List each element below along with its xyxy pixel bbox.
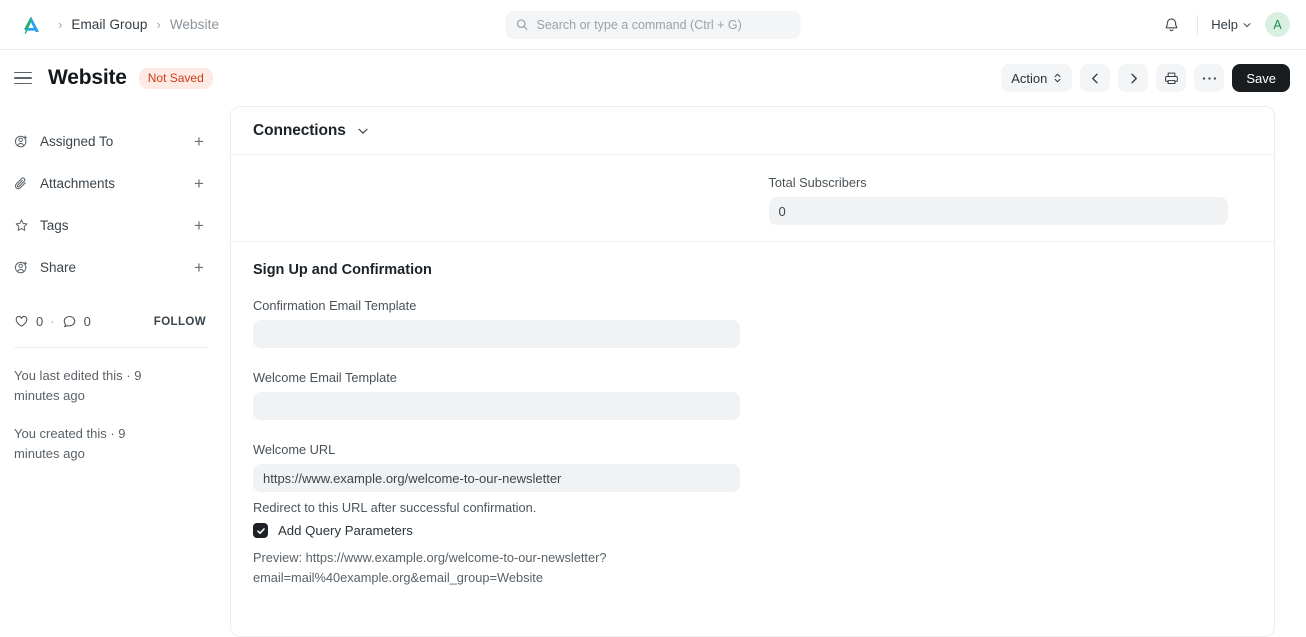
query-parameters-preview: Preview: https://www.example.org/welcome…	[253, 548, 653, 588]
add-query-parameters-checkbox-row[interactable]: Add Query Parameters	[253, 523, 1252, 538]
sidebar-divider	[14, 347, 208, 348]
page-header: Website Not Saved Action	[0, 50, 1306, 106]
chevron-down-icon[interactable]	[356, 124, 370, 138]
welcome-url-input[interactable]: https://www.example.org/welcome-to-our-n…	[253, 464, 740, 492]
add-attachment-button[interactable]: +	[190, 175, 208, 192]
like-count: 0	[36, 314, 43, 329]
breadcrumb-item-website[interactable]: Website	[170, 17, 219, 32]
global-search[interactable]	[506, 11, 801, 39]
action-button[interactable]: Action	[1001, 64, 1072, 92]
sidebar-item-share[interactable]: Share +	[14, 246, 208, 288]
follow-button[interactable]: FOLLOW	[154, 316, 208, 328]
ellipsis-icon	[1202, 76, 1217, 81]
welcome-email-template-field: Welcome Email Template	[253, 370, 740, 420]
breadcrumb-separator-1: ›	[156, 18, 160, 31]
previous-document-button[interactable]	[1080, 64, 1110, 92]
sidebar-item-assigned-to[interactable]: Assigned To +	[14, 120, 208, 162]
add-query-parameters-label: Add Query Parameters	[278, 523, 413, 538]
top-nav-right-cluster: Help A	[1158, 12, 1290, 38]
sidebar-item-attachments[interactable]: Attachments +	[14, 162, 208, 204]
action-button-label: Action	[1011, 71, 1047, 86]
welcome-email-template-label: Welcome Email Template	[253, 370, 740, 385]
paperclip-icon	[14, 176, 36, 191]
breadcrumb-separator-0: ›	[58, 18, 62, 31]
help-label: Help	[1211, 17, 1238, 32]
top-navigation-bar: › Email Group › Website Help	[0, 0, 1306, 50]
breadcrumb: › Email Group › Website	[58, 17, 219, 32]
check-icon	[256, 526, 266, 536]
chevron-down-icon	[1242, 20, 1252, 30]
more-options-button[interactable]	[1194, 64, 1224, 92]
avatar[interactable]: A	[1265, 12, 1290, 37]
sidebar-item-tags[interactable]: Tags +	[14, 204, 208, 246]
printer-icon	[1164, 71, 1179, 86]
sidebar-engagement-bar: 0 · 0 FOLLOW	[14, 314, 208, 329]
connections-section: Total Subscribers 0	[231, 155, 1274, 242]
tag-star-icon	[14, 218, 36, 233]
welcome-url-field: Welcome URL https://www.example.org/welc…	[253, 442, 740, 515]
nav-divider	[1197, 15, 1198, 35]
total-subscribers-input[interactable]: 0	[769, 197, 1229, 225]
search-input[interactable]	[537, 18, 791, 32]
frappe-logo-icon[interactable]	[18, 12, 44, 38]
welcome-url-hint: Redirect to this URL after successful co…	[253, 500, 740, 515]
notifications-button[interactable]	[1158, 12, 1184, 38]
print-button[interactable]	[1156, 64, 1186, 92]
chevron-updown-icon	[1053, 72, 1062, 84]
add-assigned-to-button[interactable]: +	[190, 133, 208, 150]
hamburger-icon[interactable]	[14, 67, 36, 89]
add-query-parameters-checkbox[interactable]	[253, 523, 268, 538]
help-menu[interactable]: Help	[1211, 17, 1252, 32]
meta-separator: ·	[50, 314, 54, 329]
breadcrumb-item-email-group[interactable]: Email Group	[71, 17, 147, 32]
total-subscribers-label: Total Subscribers	[769, 175, 1229, 190]
page-body: Assigned To + Attachments + Tags +	[0, 106, 1306, 637]
sidebar-item-label: Share	[40, 260, 76, 275]
confirmation-email-template-field: Confirmation Email Template	[253, 298, 740, 348]
sidebar-item-label: Attachments	[40, 176, 115, 191]
save-button[interactable]: Save	[1232, 64, 1290, 92]
last-edited-text: You last edited this · 9 minutes ago	[14, 366, 174, 406]
user-plus-icon	[14, 134, 36, 149]
confirmation-email-template-label: Confirmation Email Template	[253, 298, 740, 313]
sidebar-item-label: Tags	[40, 218, 69, 233]
bell-icon	[1163, 16, 1180, 33]
page-header-actions: Action	[1001, 64, 1290, 92]
add-tag-button[interactable]: +	[190, 217, 208, 234]
sidebar-item-label: Assigned To	[40, 134, 113, 149]
sidebar: Assigned To + Attachments + Tags +	[0, 106, 230, 637]
main-content: Connections Total Subscribers 0 Si	[230, 106, 1306, 637]
search-icon	[516, 18, 529, 31]
comment-count: 0	[84, 314, 91, 329]
user-share-icon	[14, 260, 36, 275]
connections-title: Connections	[253, 122, 346, 140]
welcome-email-template-input[interactable]	[253, 392, 740, 420]
chevron-right-icon	[1127, 72, 1140, 85]
connections-section-header[interactable]: Connections	[231, 107, 1274, 155]
connections-left-column	[253, 175, 753, 225]
form-card: Connections Total Subscribers 0 Si	[230, 106, 1275, 637]
confirmation-email-template-input[interactable]	[253, 320, 740, 348]
total-subscribers-field: Total Subscribers 0	[753, 175, 1253, 225]
comment-icon[interactable]	[62, 314, 77, 329]
next-document-button[interactable]	[1118, 64, 1148, 92]
signup-and-confirmation-section: Sign Up and Confirmation Confirmation Em…	[231, 242, 1274, 604]
welcome-url-label: Welcome URL	[253, 442, 740, 457]
status-badge: Not Saved	[139, 68, 213, 89]
signup-section-title: Sign Up and Confirmation	[253, 262, 1252, 278]
heart-icon[interactable]	[14, 314, 29, 329]
add-share-button[interactable]: +	[190, 259, 208, 276]
chevron-left-icon	[1089, 72, 1102, 85]
created-text: You created this · 9 minutes ago	[14, 424, 174, 464]
page-title: Website	[48, 66, 127, 90]
